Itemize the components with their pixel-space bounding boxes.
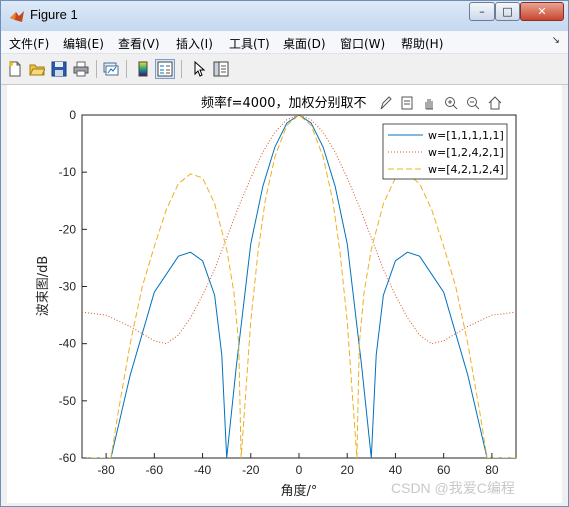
x-tick-label: 80: [485, 463, 499, 477]
maximize-icon: □: [502, 5, 513, 18]
y-tick-label: -60: [59, 451, 77, 465]
y-tick-label: -50: [59, 394, 77, 408]
minimize-button[interactable]: –: [469, 2, 495, 21]
y-tick-label: -30: [59, 280, 77, 294]
legend-entry-1: w=[1,1,1,1,1]: [428, 129, 504, 142]
y-tick-label: -10: [59, 165, 77, 179]
x-tick-label: 40: [389, 463, 403, 477]
watermark: CSDN @我爱C编程: [391, 480, 515, 496]
x-tick-label: -60: [146, 463, 164, 477]
data-tips-icon[interactable]: [398, 94, 416, 112]
menu-bar: 文件(F) 编辑(E) 查看(V) 插入(I) 工具(T) 桌面(D) 窗口(W…: [1, 31, 568, 54]
x-tick-label: -20: [242, 463, 260, 477]
legend-icon[interactable]: [155, 59, 175, 79]
chart-title: 频率f=4000，加权分别取不: [201, 95, 367, 111]
legend-entry-3: w=[4,2,1,2,4]: [428, 163, 504, 176]
menu-view[interactable]: 查看(V): [118, 35, 160, 52]
menu-tools[interactable]: 工具(T): [229, 35, 270, 52]
plot-axes[interactable]: -80 -60 -40 -20 0 20 40 60 80 0 -10 -20 -30 -40 -50 -60…: [7, 85, 562, 503]
y-tick-label: -40: [59, 337, 77, 351]
axes-toolbar: [376, 94, 524, 112]
link-plot-icon[interactable]: [101, 59, 121, 79]
pointer-icon[interactable]: [189, 59, 209, 79]
dock-arrow-icon[interactable]: ↘: [552, 35, 560, 46]
close-button[interactable]: ✕: [520, 2, 564, 21]
figure-toolbar: [1, 54, 568, 85]
minimize-icon: –: [479, 5, 485, 18]
window-title: Figure 1: [30, 7, 78, 22]
menu-window[interactable]: 窗口(W): [340, 35, 385, 52]
toolbar-separator: [96, 60, 97, 78]
figure-canvas[interactable]: -80 -60 -40 -20 0 20 40 60 80 0 -10 -20 -30 -40 -50 -60…: [7, 85, 562, 503]
maximize-button[interactable]: □: [495, 2, 520, 21]
brush-icon[interactable]: [376, 94, 394, 112]
home-icon[interactable]: [486, 94, 504, 112]
y-axis-label: 波束图/dB: [36, 256, 51, 317]
menu-edit[interactable]: 编辑(E): [63, 35, 104, 52]
title-bar[interactable]: Figure 1 – □ ✕: [1, 1, 568, 31]
close-icon: ✕: [537, 5, 547, 18]
x-tick-label: 0: [296, 463, 303, 477]
menu-help[interactable]: 帮助(H): [401, 35, 443, 52]
matlab-logo-icon: [10, 11, 24, 22]
legend-entry-2: w=[1,2,4,2,1]: [428, 146, 504, 159]
toolbar-separator: [181, 60, 182, 78]
pan-icon[interactable]: [420, 94, 438, 112]
x-axis-label: 角度/°: [281, 483, 318, 499]
open-folder-icon[interactable]: [27, 59, 47, 79]
zoom-out-icon[interactable]: [464, 94, 482, 112]
menu-file[interactable]: 文件(F): [9, 35, 49, 52]
x-tick-label: 20: [341, 463, 355, 477]
x-tick-label: 60: [437, 463, 451, 477]
y-tick-label: -20: [59, 222, 77, 236]
save-icon[interactable]: [49, 59, 69, 79]
new-figure-icon[interactable]: [5, 59, 25, 79]
figure-window: Figure 1 – □ ✕ 文件(F) 编辑(E) 查看(V) 插入(I) 工…: [0, 0, 569, 507]
colorbar-icon[interactable]: [133, 59, 153, 79]
zoom-in-icon[interactable]: [442, 94, 460, 112]
property-editor-icon[interactable]: [211, 59, 231, 79]
x-tick-label: -40: [194, 463, 212, 477]
toolbar-separator: [126, 60, 127, 78]
x-tick-label: -80: [97, 463, 115, 477]
legend[interactable]: w=[1,1,1,1,1] w=[1,2,4,2,1] w=[4,2,1,2,4…: [382, 123, 508, 180]
menu-desktop[interactable]: 桌面(D): [283, 35, 326, 52]
print-icon[interactable]: [71, 59, 91, 79]
menu-insert[interactable]: 插入(I): [176, 35, 213, 52]
y-tick-label: 0: [69, 108, 76, 122]
